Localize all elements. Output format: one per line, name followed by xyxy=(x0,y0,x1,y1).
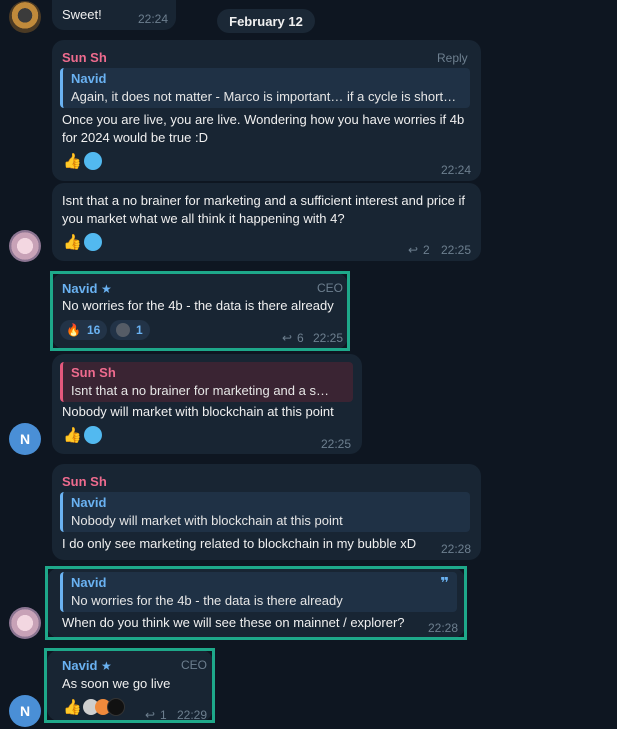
highlight-box xyxy=(45,566,467,640)
highlight-box xyxy=(44,648,215,723)
thumbs-up-icon[interactable]: 👍 xyxy=(63,152,82,170)
message-bubble[interactable]: Sun Sh Navid Nobody will market with blo… xyxy=(52,464,481,560)
message-bubble[interactable]: Sun Sh Reply Navid Again, it does not ma… xyxy=(52,40,481,181)
message-bubble[interactable]: Sweet! 22:24 xyxy=(52,0,176,30)
message-text: I do only see marketing related to block… xyxy=(62,536,417,551)
quote-sender: Navid xyxy=(71,495,107,510)
quoted-message[interactable]: Navid Nobody will market with blockchain… xyxy=(60,492,470,532)
highlight-box xyxy=(50,271,350,351)
blue-circle-icon[interactable] xyxy=(83,152,102,170)
sender-name[interactable]: Sun Sh xyxy=(62,50,107,65)
date-separator: February 12 xyxy=(217,9,315,33)
message-text: Once you are live, you are live. Wonderi… xyxy=(62,112,465,145)
reply-button[interactable]: Reply xyxy=(437,51,468,65)
quote-text: Isnt that a no brainer for marketing and… xyxy=(71,383,329,398)
quote-sender: Navid xyxy=(71,71,107,86)
message-text: Sweet! xyxy=(62,7,102,22)
quote-sender: Sun Sh xyxy=(71,365,116,380)
message-bubble[interactable]: Isnt that a no brainer for marketing and… xyxy=(52,183,481,261)
message-bubble[interactable]: Sun Sh Isnt that a no brainer for market… xyxy=(52,354,362,454)
user-avatar[interactable] xyxy=(9,230,41,262)
reply-arrow-icon: ↩ xyxy=(407,243,419,257)
message-time: 22:25 xyxy=(441,243,472,257)
message-time: 22:25 xyxy=(321,437,352,451)
user-avatar[interactable]: N xyxy=(9,423,41,455)
user-avatar[interactable]: N xyxy=(9,695,41,727)
thumbs-up-icon[interactable]: 👍 xyxy=(63,233,82,251)
reactions[interactable]: 👍 xyxy=(63,233,102,251)
message-time: 22:28 xyxy=(441,542,472,556)
quote-text: Nobody will market with blockchain at th… xyxy=(71,513,343,528)
quote-text: Again, it does not matter - Marco is imp… xyxy=(71,89,457,104)
quoted-message[interactable]: Navid Again, it does not matter - Marco … xyxy=(60,68,470,108)
message-text: Nobody will market with blockchain at th… xyxy=(62,404,334,419)
message-time: 22:24 xyxy=(138,12,169,26)
thumbs-up-icon[interactable]: 👍 xyxy=(63,426,82,444)
message-text: Isnt that a no brainer for marketing and… xyxy=(62,193,465,226)
blue-circle-icon[interactable] xyxy=(83,233,102,251)
user-avatar[interactable] xyxy=(9,607,41,639)
reactions[interactable]: 👍 xyxy=(63,152,102,170)
quoted-message[interactable]: Sun Sh Isnt that a no brainer for market… xyxy=(60,362,353,402)
reactions[interactable]: 👍 xyxy=(63,426,102,444)
blue-circle-icon[interactable] xyxy=(83,426,102,444)
replies-count[interactable]: ↩ 2 xyxy=(407,243,430,257)
message-time: 22:24 xyxy=(441,163,472,177)
sender-name[interactable]: Sun Sh xyxy=(62,474,107,489)
user-avatar[interactable] xyxy=(9,1,41,33)
